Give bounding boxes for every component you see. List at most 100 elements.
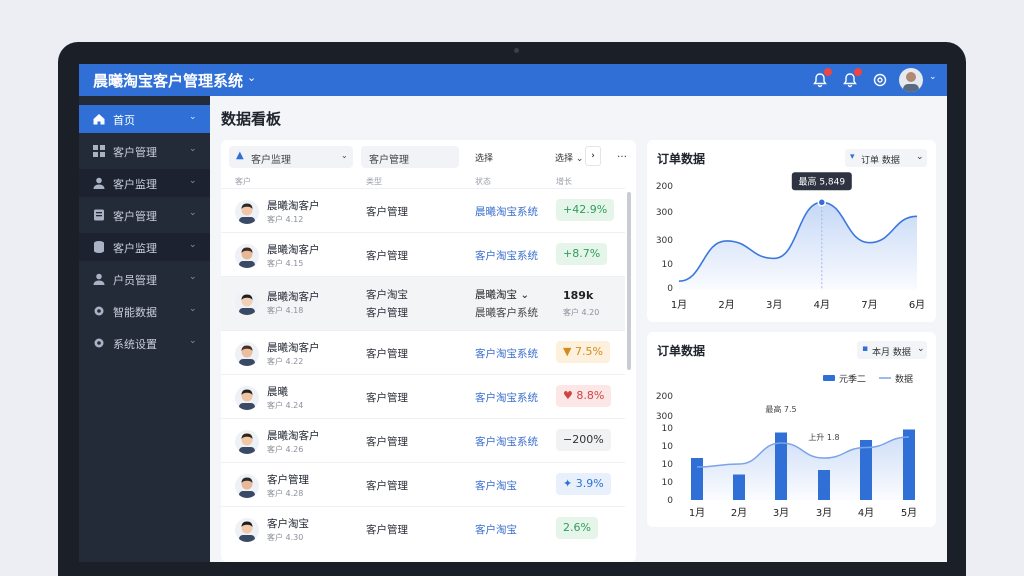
customer-meta: 客户 4.12 bbox=[267, 215, 304, 224]
status-link[interactable]: 客户淘宝 bbox=[475, 522, 517, 537]
notification-icon[interactable] bbox=[841, 68, 862, 89]
type-select-value: 客户监理 bbox=[251, 155, 291, 166]
customer-name[interactable]: 客户管理 bbox=[267, 472, 309, 487]
status-select[interactable]: 晨曦淘宝 ⌄ bbox=[475, 287, 529, 302]
customer-name[interactable]: 晨曦淘客户 bbox=[267, 242, 320, 257]
search-input[interactable]: 客户管理 bbox=[361, 146, 459, 168]
tooltip-text: 最高 5,849 bbox=[798, 175, 845, 187]
status-link[interactable]: 晨曦客户系统 bbox=[475, 305, 538, 320]
y-tick-label: 10 bbox=[662, 460, 674, 470]
status-link[interactable]: 客户淘宝 bbox=[475, 478, 517, 493]
chevron-down-icon: ⌄ bbox=[341, 151, 348, 160]
bar[interactable] bbox=[818, 470, 830, 500]
growth-badge: ▼ 7.5% bbox=[556, 341, 610, 363]
data-point[interactable] bbox=[817, 198, 827, 207]
bar[interactable] bbox=[733, 474, 745, 501]
sidebar-item-customer-supervise-2[interactable]: 客户监理 ⌄ bbox=[79, 233, 210, 261]
database-icon bbox=[92, 240, 106, 254]
chevron-down-icon[interactable]: ⌄ bbox=[247, 71, 256, 84]
customer-type: 客户管理 bbox=[366, 250, 408, 262]
sidebar-item-label: 系统设置 bbox=[113, 338, 157, 351]
customer-name[interactable]: 晨曦 bbox=[267, 384, 288, 399]
table-row[interactable]: 晨曦淘客户 客户 4.15 客户管理 客户淘宝系统 +8.7% bbox=[221, 232, 625, 276]
bar[interactable] bbox=[903, 429, 915, 501]
table-row[interactable]: 晨曦淘客户 客户 4.12 客户管理 晨曦淘宝系统 +42.9% bbox=[221, 188, 625, 232]
y-tick-label: 10 bbox=[662, 478, 674, 488]
customer-name[interactable]: 晨曦淘客户 bbox=[267, 340, 320, 355]
annotation-label: 上升 1.8 bbox=[808, 433, 839, 442]
scrollbar-thumb[interactable] bbox=[627, 192, 631, 370]
chevron-down-icon: ⌄ bbox=[189, 272, 197, 282]
growth-value: 189k bbox=[563, 289, 594, 302]
y-tick-label: 300 bbox=[656, 208, 673, 218]
sidebar-item-label: 智能数据 bbox=[113, 306, 157, 319]
x-tick-label: 3月 bbox=[773, 507, 789, 519]
y-tick-label: 200 bbox=[656, 182, 673, 192]
table-row[interactable]: 晨曦 客户 4.24 客户管理 客户淘宝系统 ♥ 8.8% bbox=[221, 374, 625, 418]
table-row[interactable]: 客户管理 客户 4.28 客户管理 客户淘宝 ✦ 3.9% bbox=[221, 462, 625, 506]
chevron-right-icon[interactable]: › bbox=[585, 146, 601, 166]
sidebar-item-customer-supervise[interactable]: 客户监理 ⌄ bbox=[79, 169, 210, 197]
customer-type: 客户管理 bbox=[366, 524, 408, 536]
sidebar-item-member-manage[interactable]: 户员管理 ⌄ bbox=[79, 265, 210, 293]
settings-icon[interactable] bbox=[871, 71, 889, 89]
sort-select[interactable]: 选择 ⌄ bbox=[555, 151, 583, 164]
status-link[interactable]: 晨曦淘宝系统 bbox=[475, 204, 538, 219]
customer-meta: 客户 4.30 bbox=[267, 533, 304, 542]
area-chart[interactable]: 0 10 300 300 200 1月 2月 3月 4月 7月 6月 最高 5,849 bbox=[647, 140, 936, 322]
customer-name[interactable]: 晨曦淘客户 bbox=[267, 428, 320, 443]
bar-chart[interactable]: 元季二 数据 0 10 10 10 10 300 200 1月 2月 3月 3月 4月 5月 最高 7.5 上升… bbox=[647, 332, 936, 527]
table-row[interactable]: 晨曦淘客户 客户 4.22 客户管理 客户淘宝系统 ▼ 7.5% bbox=[221, 330, 625, 374]
status-link[interactable]: 客户淘宝系统 bbox=[475, 346, 538, 361]
chevron-down-icon: ⌄ bbox=[189, 240, 197, 250]
avatar bbox=[235, 291, 259, 315]
y-tick-label: 300 bbox=[656, 412, 673, 422]
sidebar-item-smart-data[interactable]: 智能数据 ⌄ bbox=[79, 297, 210, 325]
sidebar-item-customer-manage-2[interactable]: 客户管理 ⌄ bbox=[79, 201, 210, 229]
sidebar-item-label: 客户管理 bbox=[113, 146, 157, 159]
chevron-down-icon[interactable]: ⌄ bbox=[929, 72, 937, 82]
sidebar-item-home[interactable]: 首页 ⌄ bbox=[79, 105, 210, 133]
camera-dot bbox=[514, 48, 519, 53]
x-tick-label: 2月 bbox=[718, 299, 734, 311]
user-avatar[interactable] bbox=[899, 68, 923, 92]
table-row[interactable]: 晨曦淘客户 客户 4.18 客户淘宝 客户管理 晨曦淘宝 ⌄ 晨曦客户系统 189k 客户 4… bbox=[221, 276, 625, 330]
status-link[interactable]: 客户淘宝系统 bbox=[475, 390, 538, 405]
y-tick-label: 0 bbox=[667, 284, 673, 294]
column-header[interactable]: 客户 bbox=[235, 176, 251, 187]
bell-icon[interactable] bbox=[811, 68, 832, 89]
sidebar-item-label: 户员管理 bbox=[113, 274, 157, 287]
app-screen: 晨曦淘宝客户管理系统 ⌄ ⌄ 首页 ⌄ 客户管理 ⌄ 客户监理 ⌄ 客户管理 ⌄… bbox=[79, 64, 947, 562]
sidebar-item-customer-manage[interactable]: 客户管理 ⌄ bbox=[79, 137, 210, 165]
legend-label: 元季二 bbox=[839, 373, 866, 385]
sidebar-item-settings[interactable]: 系统设置 ⌄ bbox=[79, 329, 210, 357]
customer-meta: 客户 4.18 bbox=[267, 306, 304, 315]
table-row[interactable]: 晨曦淘客户 客户 4.26 客户管理 客户淘宝系统 −200% bbox=[221, 418, 625, 462]
sidebar-item-label: 客户监理 bbox=[113, 178, 157, 191]
status-link[interactable]: 客户淘宝系统 bbox=[475, 248, 538, 263]
chevron-down-icon: ⌄ bbox=[189, 304, 197, 314]
customer-name[interactable]: 晨曦淘客户 bbox=[267, 198, 320, 213]
bar[interactable] bbox=[860, 440, 872, 500]
customer-meta: 客户 4.26 bbox=[267, 445, 304, 454]
customer-name[interactable]: 客户淘宝 bbox=[267, 516, 309, 531]
bar[interactable] bbox=[691, 458, 703, 500]
page-title: 数据看板 bbox=[221, 110, 282, 128]
more-icon[interactable]: … bbox=[617, 149, 627, 160]
x-tick-label: 5月 bbox=[901, 507, 917, 519]
table-row[interactable]: 客户淘宝 客户 4.30 客户管理 客户淘宝 2.6% bbox=[221, 506, 625, 550]
x-tick-label: 6月 bbox=[909, 299, 925, 311]
customer-meta: 客户 4.28 bbox=[267, 489, 304, 498]
document-icon bbox=[92, 208, 106, 222]
column-header[interactable]: 类型 bbox=[366, 176, 382, 187]
customer-meta: 客户 4.22 bbox=[267, 357, 304, 366]
x-tick-label: 3月 bbox=[816, 507, 832, 519]
sidebar-item-label: 客户监理 bbox=[113, 242, 157, 255]
type-select[interactable]: ▲ 客户监理 ⌄ bbox=[229, 146, 353, 168]
column-header[interactable]: 状态 bbox=[475, 176, 491, 187]
customer-name[interactable]: 晨曦淘客户 bbox=[267, 289, 320, 304]
x-tick-label: 1月 bbox=[671, 299, 687, 311]
app-title[interactable]: 晨曦淘宝客户管理系统 bbox=[93, 70, 243, 91]
status-link[interactable]: 客户淘宝系统 bbox=[475, 434, 538, 449]
column-header[interactable]: 增长 bbox=[556, 176, 572, 187]
